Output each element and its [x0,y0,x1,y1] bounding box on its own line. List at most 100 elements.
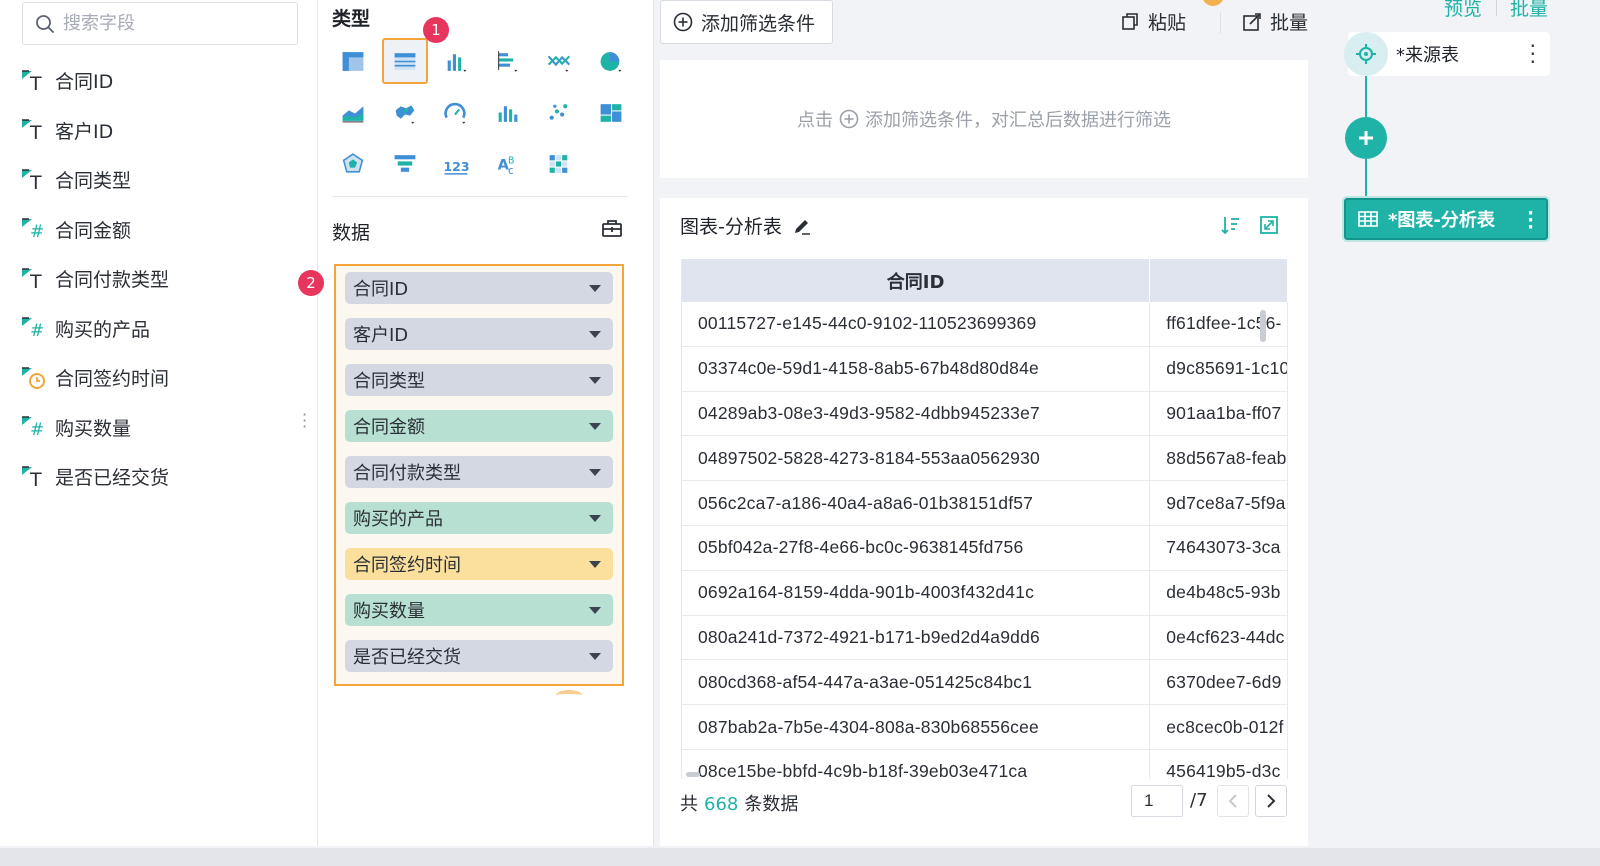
table-row[interactable]: 087bab2a-7b5e-4304-808a-830b68556cee ec8c… [682,705,1288,750]
caret-down-icon[interactable] [589,330,601,338]
chart-table-node[interactable]: *图表-分析表 · · · [1342,196,1550,242]
bar-chart-icon[interactable] [433,38,479,84]
caret-down-icon[interactable] [589,284,601,292]
preview-link[interactable]: 预览 [1444,0,1482,21]
field-item[interactable]: T 合同ID [20,56,169,106]
sort-icon[interactable] [1220,214,1242,240]
table-row[interactable]: 03374c0e-59d1-4158-8ab5-67b48d80d84e d9c8… [682,346,1288,392]
data-field-pill[interactable]: 购买数量 [345,594,613,626]
data-field-pill[interactable]: 合同ID [345,272,613,304]
table-row[interactable]: 04289ab3-08e3-49d3-9582-4dbb945233e7 901a… [682,391,1288,437]
kpi-number-icon[interactable]: 123 [433,141,479,187]
table-row[interactable]: 080cd368-af54-447a-a3ae-051425c84bc1 6370… [682,660,1288,706]
prev-page-button[interactable] [1217,785,1249,817]
table-row[interactable]: 04897502-5828-4273-8184-553aa0562930 88d5… [682,436,1288,482]
data-field-pill[interactable]: 合同签约时间 [345,548,613,580]
table-row[interactable]: 05bf042a-27f8-4e66-bc0c-9638145fd756 7464… [682,525,1288,571]
table-icon [1358,211,1378,227]
table-cell: 88d567a8-feab [1150,436,1288,481]
search-input[interactable] [63,13,283,34]
vertical-scrollbar[interactable] [1260,310,1266,342]
paste-button[interactable]: 粘贴 [1120,8,1186,35]
svg-text:T: T [29,122,42,144]
field-item[interactable]: T 合同付款类型 [20,254,169,304]
flow-batch-link[interactable]: 批量 [1510,0,1548,21]
stacked-bar-icon[interactable] [485,38,531,84]
text-field-icon: T [20,67,48,95]
field-item[interactable]: T 是否已经交货 [20,452,169,502]
caret-down-icon[interactable] [589,652,601,660]
data-field-pill[interactable]: 购买的产品 [345,502,613,534]
data-field-pill[interactable]: 合同类型 [345,364,613,396]
search-box[interactable] [22,2,298,45]
table-cell: 0e4cf623-44dc [1150,615,1288,660]
table-header: 合同ID [682,259,1288,302]
funnel-icon[interactable] [382,141,428,187]
field-item[interactable]: 合同签约时间 [20,353,169,403]
line-chart-icon[interactable] [536,38,582,84]
scatter-icon[interactable] [536,90,582,136]
caret-down-icon[interactable] [589,560,601,568]
area-chart-icon[interactable] [330,90,376,136]
add-node-button[interactable] [1345,117,1387,159]
caret-down-icon[interactable] [589,468,601,476]
data-field-pill[interactable]: 合同付款类型 [345,456,613,488]
caret-down-icon[interactable] [589,376,601,384]
panel-resize-dots-icon[interactable]: · · · [302,407,308,435]
histogram-icon[interactable] [485,90,531,136]
gauge-icon[interactable] [433,90,479,136]
chart-node-label: *图表-分析表 [1388,210,1495,231]
pill-label: 合同类型 [353,371,425,392]
more-vertical-icon[interactable]: · · · [1530,36,1536,72]
config-panel: 类型 123 A Bc 1 数据 2 合同ID 客户ID 合同类型 合同金额 合同付款类型购… [298,0,654,846]
field-item[interactable]: # 购买的产品 [20,304,169,354]
table-row[interactable]: 08ce15be-bbfd-4c9b-b18f-39eb03e471ca 4564… [682,749,1288,779]
filter-hint-prefix: 点击 [797,110,833,131]
data-field-pill[interactable]: 是否已经交货 [345,640,613,672]
field-item[interactable]: # 合同金额 [20,205,169,255]
map-icon[interactable] [382,90,428,136]
table-cell: 08ce15be-bbfd-4c9b-b18f-39eb03e471ca [682,749,1151,779]
table-row[interactable]: 00115727-e145-44c0-9102-110523699369 ff61… [682,302,1288,347]
heatmap-icon[interactable] [536,141,582,187]
data-field-pill[interactable]: 客户ID [345,318,613,350]
table-row[interactable]: 0692a164-8159-4dda-901b-4003f432d41c de4b… [682,570,1288,616]
table-cell: 04897502-5828-4273-8184-553aa0562930 [682,436,1151,481]
table-row[interactable]: 080a241d-7372-4921-b171-b9ed2d4a9dd6 0e4c… [682,615,1288,661]
cross-table-icon[interactable] [330,38,376,84]
field-label: 合同ID [55,71,114,94]
radar-icon[interactable] [330,141,376,187]
edit-pen-icon[interactable] [792,216,812,236]
caret-down-icon[interactable] [589,606,601,614]
table-cell: ff61dfee-1c56- [1150,302,1288,346]
data-field-pill[interactable]: 合同金额 [345,410,613,442]
page-number-input[interactable] [1131,785,1183,817]
next-page-button[interactable] [1255,785,1287,817]
horizontal-scrollbar[interactable] [686,772,700,777]
pill-label: 是否已经交货 [353,647,461,668]
more-vertical-icon[interactable]: · · · [1527,205,1534,237]
field-item[interactable]: T 合同类型 [20,155,169,205]
table-card: 图表-分析表 合同ID 00115727-e145-44c0-9102-1105… [660,198,1308,846]
column-header[interactable]: 合同ID [682,259,1151,302]
batch-button[interactable]: 批量 [1242,8,1308,35]
filter-drop-area[interactable]: 点击 添加筛选条件，对汇总后数据进行筛选 [660,60,1308,178]
caret-down-icon[interactable] [589,422,601,430]
detail-table-icon[interactable] [381,38,428,84]
field-item[interactable]: # 购买数量 [20,403,169,453]
flow-panel: 预览 批量 *来源表 · · · *图表-分析表 · · · [1320,0,1600,846]
paste-icon [1122,12,1138,30]
table-row[interactable]: 056c2ca7-a186-40a4-a8a6-01b38151df57 9d7c… [682,481,1288,526]
text-field-icon: T [20,166,48,194]
main-area: 添加筛选条件 粘贴 批量 点击 添加筛选条件，对汇总后数据进行筛选 图表-分析表 [654,0,1320,846]
field-item[interactable]: T 客户ID [20,106,169,156]
add-filter-button[interactable]: 添加筛选条件 [660,0,833,44]
caret-down-icon[interactable] [589,514,601,522]
column-header[interactable] [1150,259,1288,302]
field-list: T 合同ID T 客户ID T 合同类型 # 合同金额 T 合同付款类型 # 购买的产品 合同签约时间 #… [20,56,169,502]
pie-chart-icon[interactable] [588,38,634,84]
toolbox-icon[interactable] [600,216,624,240]
fullscreen-icon[interactable] [1258,214,1280,240]
treemap-icon[interactable] [588,90,634,136]
word-cloud-icon[interactable]: ABc [485,141,531,187]
